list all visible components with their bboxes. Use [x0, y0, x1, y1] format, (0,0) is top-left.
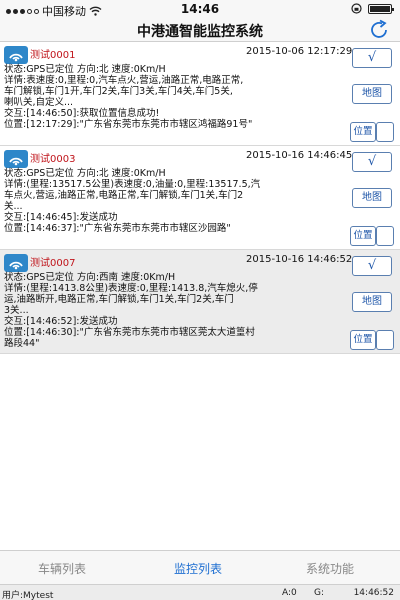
rotation-lock-icon: [351, 3, 362, 14]
vehicle-name: 测试0001: [30, 50, 76, 61]
a-counter: A:0: [282, 588, 297, 598]
vehicle-signal-icon: [4, 254, 28, 272]
vehicle-detail-line: 详情:(里程:1413.8公里)表速度:0,里程:1413.8,汽车熄火,停: [4, 283, 258, 294]
tab-bar: 车辆列表 监控列表 系统功能: [0, 550, 400, 584]
vehicle-detail-line: 3关...: [4, 305, 29, 316]
vehicle-details: 状态:GPS已定位 方向:西南 速度:0Km/H 详情:(里程:1413.8公里…: [4, 272, 338, 349]
vehicle-time: 2015-10-16 14:46:52: [246, 254, 353, 265]
vehicle-card-selected[interactable]: 测试0007 2015-10-16 14:46:52 状态:GPS已定位 方向:…: [0, 250, 400, 354]
tab-monitor-list[interactable]: 监控列表: [174, 560, 222, 577]
map-button[interactable]: 地图: [352, 188, 392, 208]
vehicle-interaction-line: 交互:[14:46:52]:发送成功: [4, 316, 118, 327]
vehicle-interaction-line: 交互:[14:46:45]:发送成功: [4, 212, 118, 223]
vehicle-name: 测试0007: [30, 258, 76, 269]
vehicle-details: 状态:GPS已定位 方向:北 速度:0Km/H 详情:表速度:0,里程:0,汽车…: [4, 64, 338, 130]
vehicle-status-line: 状态:GPS已定位 方向:北 速度:0Km/H: [4, 168, 166, 179]
vehicle-time: 2015-10-16 14:46:45: [246, 150, 353, 161]
vehicle-detail-line: 关...: [4, 201, 23, 212]
vehicle-status-line: 状态:GPS已定位 方向:西南 速度:0Km/H: [4, 272, 176, 283]
vehicle-monitor-list[interactable]: 测试0001 2015-10-06 12:17:29 状态:GPS已定位 方向:…: [0, 42, 400, 550]
vehicle-time: 2015-10-06 12:17:29: [246, 46, 353, 57]
page-title: 中港通智能监控系统: [137, 24, 263, 40]
vehicle-detail-line: 车门解锁,车门1开,车门2关,车门3关,车门4关,车门5关,: [4, 86, 233, 97]
position-button[interactable]: 位置: [350, 330, 376, 350]
nav-bar: 中港通智能监控系统: [0, 18, 400, 42]
vehicle-signal-icon: [4, 150, 28, 168]
vehicle-location-line: 位置:[12:17:29]:"广东省东莞市东莞市市辖区鸿福路91号": [4, 119, 253, 130]
map-button[interactable]: 地图: [352, 84, 392, 104]
vehicle-detail-line: 车点火,营运,油路正常,电路正常,车门解锁,车门1关,车门2: [4, 190, 244, 201]
status-time: 14:46: [180, 2, 220, 16]
g-counter: G:: [314, 588, 325, 598]
vehicle-location-line: 位置:[14:46:37]:"广东省东莞市东莞市市辖区沙园路": [4, 223, 231, 234]
vehicle-location-line: 路段44": [4, 338, 40, 349]
confirm-button[interactable]: √: [352, 256, 392, 276]
confirm-button[interactable]: √: [352, 48, 392, 68]
position-extra-button[interactable]: [376, 122, 394, 142]
vehicle-location-line: 位置:[14:46:30]:"广东省东莞市东莞市市辖区莞太大道篁村: [4, 327, 255, 338]
map-button[interactable]: 地图: [352, 292, 392, 312]
current-user: 用户:Mytest: [2, 591, 54, 600]
tab-system-functions[interactable]: 系统功能: [306, 560, 354, 577]
vehicle-interaction-line: 交互:[14:46:50]:获取位置信息成功!: [4, 108, 160, 119]
position-button[interactable]: 位置: [350, 226, 376, 246]
confirm-button[interactable]: √: [352, 152, 392, 172]
position-extra-button[interactable]: [376, 330, 394, 350]
vehicle-details: 状态:GPS已定位 方向:北 速度:0Km/H 详情:(里程:13517.5公里…: [4, 168, 338, 234]
vehicle-card[interactable]: 测试0001 2015-10-06 12:17:29 状态:GPS已定位 方向:…: [0, 42, 400, 146]
position-extra-button[interactable]: [376, 226, 394, 246]
refresh-icon[interactable]: [368, 19, 390, 41]
tab-vehicle-list[interactable]: 车辆列表: [38, 560, 86, 577]
vehicle-detail-line: 喇叭关,自定义...: [4, 97, 74, 108]
vehicle-signal-icon: [4, 46, 28, 64]
position-button[interactable]: 位置: [350, 122, 376, 142]
battery-icon: [368, 3, 394, 14]
vehicle-card[interactable]: 测试0003 2015-10-16 14:46:45 状态:GPS已定位 方向:…: [0, 146, 400, 250]
status-bar: 中国移动 14:46: [0, 0, 400, 18]
vehicle-detail-line: 详情:表速度:0,里程:0,汽车点火,营运,油路正常,电路正常,: [4, 75, 244, 86]
strip-time: 14:46:52: [353, 588, 394, 598]
vehicle-name: 测试0003: [30, 154, 76, 165]
vehicle-detail-line: 详情:(里程:13517.5公里)表速度:0,油量:0,里程:13517.5,汽: [4, 179, 261, 190]
vehicle-detail-line: 运,油路断开,电路正常,车门解锁,车门1关,车门2关,车门: [4, 294, 234, 305]
info-strip: 用户:Mytest A:0 G: 14:46:52: [0, 584, 400, 600]
vehicle-status-line: 状态:GPS已定位 方向:北 速度:0Km/H: [4, 64, 166, 75]
status-right: [351, 3, 394, 14]
